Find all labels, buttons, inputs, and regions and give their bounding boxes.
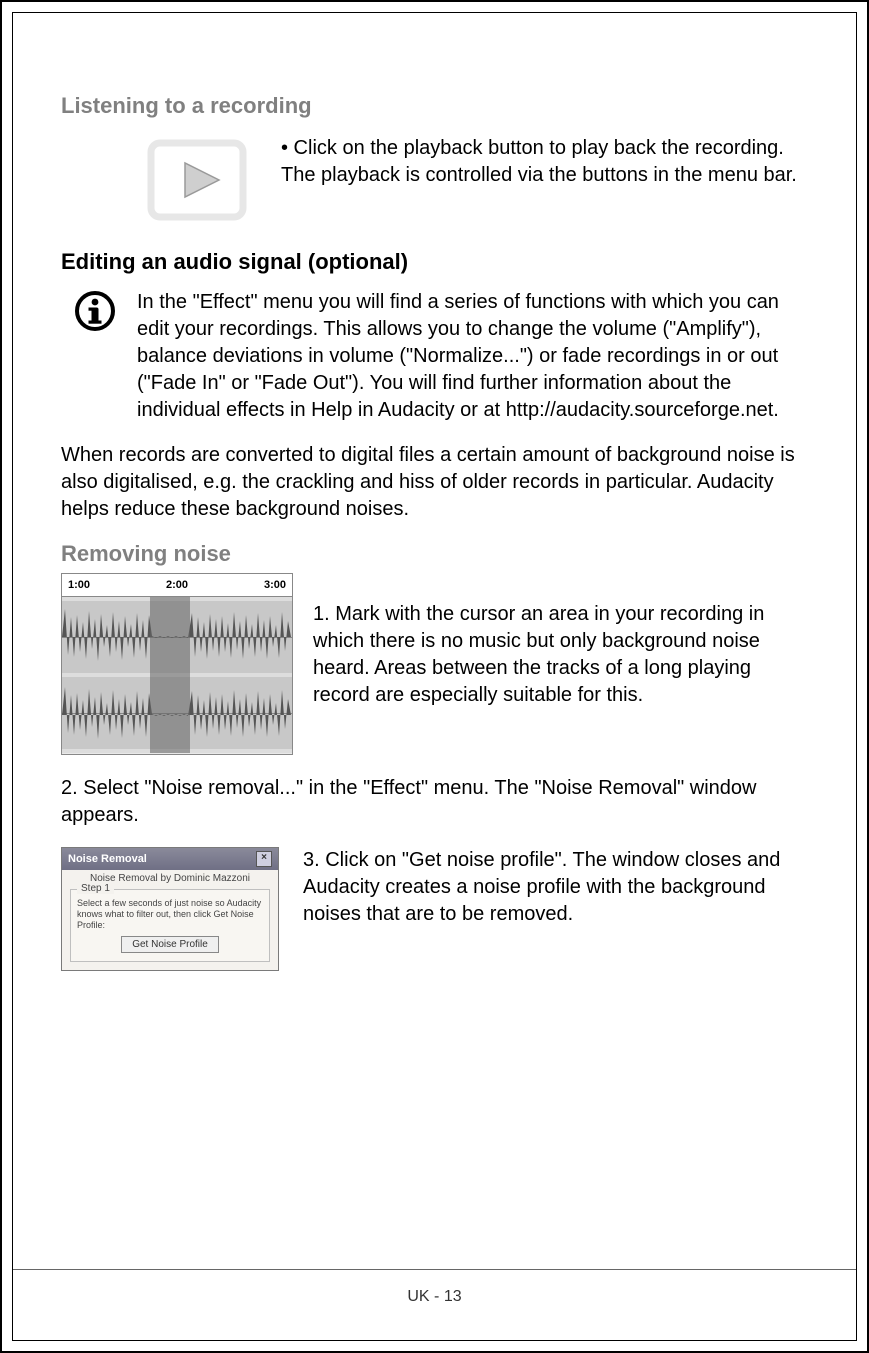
info-icon — [75, 291, 115, 331]
page-number: UK - 13 — [407, 1288, 461, 1305]
dialog-title: Noise Removal — [68, 853, 147, 865]
section-title-editing: Editing an audio signal (optional) — [61, 249, 808, 275]
play-button-figure — [137, 135, 257, 225]
ruler-tick-3: 3:00 — [264, 579, 286, 591]
get-noise-profile-button[interactable]: Get Noise Profile — [121, 936, 219, 953]
play-row: • Click on the playback button to play b… — [61, 135, 808, 225]
page-frame: Listening to a recording • Click on the … — [0, 0, 869, 1353]
page-inner: Listening to a recording • Click on the … — [12, 12, 857, 1341]
listening-bullet: • Click on the playback button to play b… — [281, 135, 808, 189]
section-title-removing: Removing noise — [61, 541, 808, 567]
ruler-tick-1: 1:00 — [68, 579, 90, 591]
footer-rule — [13, 1269, 856, 1270]
removing-step-3: 3. Click on "Get noise profile". The win… — [303, 847, 808, 928]
ruler-tick-2: 2:00 — [166, 579, 188, 591]
dialog-step-label: Step 1 — [77, 883, 114, 894]
editing-paragraph: When records are converted to digital fi… — [61, 442, 808, 523]
close-icon[interactable]: × — [256, 851, 272, 867]
removing-step-2: 2. Select "Noise removal..." in the "Eff… — [61, 775, 808, 829]
noise-removal-dialog: Noise Removal × Noise Removal by Dominic… — [61, 847, 279, 971]
dialog-titlebar: Noise Removal × — [62, 848, 278, 870]
dialog-step-text: Select a few seconds of just noise so Au… — [77, 898, 263, 930]
info-row: In the "Effect" menu you will find a ser… — [61, 289, 808, 424]
waveform-ruler: 1:00 2:00 3:00 — [62, 574, 292, 597]
editing-info-text: In the "Effect" menu you will find a ser… — [137, 289, 808, 424]
dialog-row: Noise Removal × Noise Removal by Dominic… — [61, 847, 808, 971]
removing-step-1: 1. Mark with the cursor an area in your … — [313, 573, 808, 709]
waveform-row: 1:00 2:00 3:00 — [61, 573, 808, 755]
waveform-selection — [150, 597, 190, 753]
waveform-body — [62, 597, 292, 753]
dialog-step-1: Step 1 Select a few seconds of just nois… — [70, 889, 270, 962]
waveform-figure: 1:00 2:00 3:00 — [61, 573, 293, 755]
play-icon — [137, 137, 257, 223]
section-title-listening: Listening to a recording — [61, 93, 808, 119]
page-footer: UK - 13 — [13, 1269, 856, 1306]
